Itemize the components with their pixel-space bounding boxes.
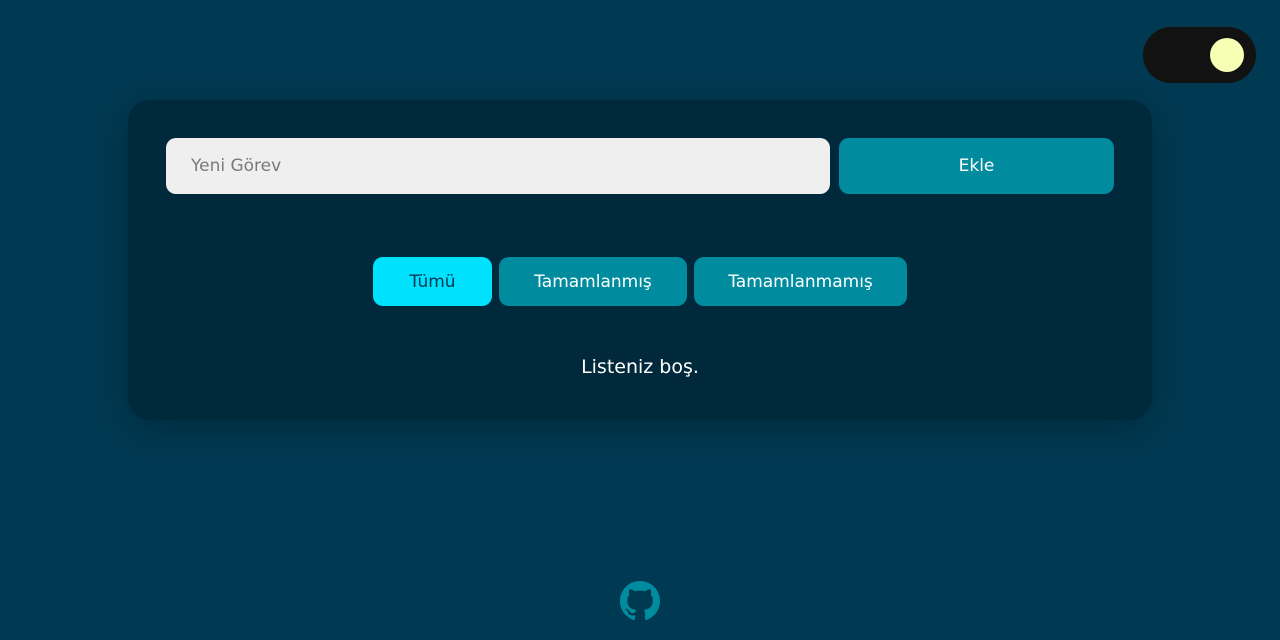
todo-card: Ekle Tümü Tamamlanmış Tamamlanmamış List… [128,100,1152,420]
new-task-input[interactable] [166,138,830,194]
theme-toggle-knob [1210,38,1244,72]
github-link[interactable] [620,581,660,621]
add-task-button[interactable]: Ekle [839,138,1114,194]
theme-toggle[interactable] [1143,27,1256,83]
empty-list-message: Listeniz boş. [581,356,699,378]
filter-completed-button[interactable]: Tamamlanmış [499,257,687,306]
filter-incomplete-button[interactable]: Tamamlanmamış [694,257,907,306]
filter-all-button[interactable]: Tümü [373,257,492,306]
github-icon [620,581,660,621]
